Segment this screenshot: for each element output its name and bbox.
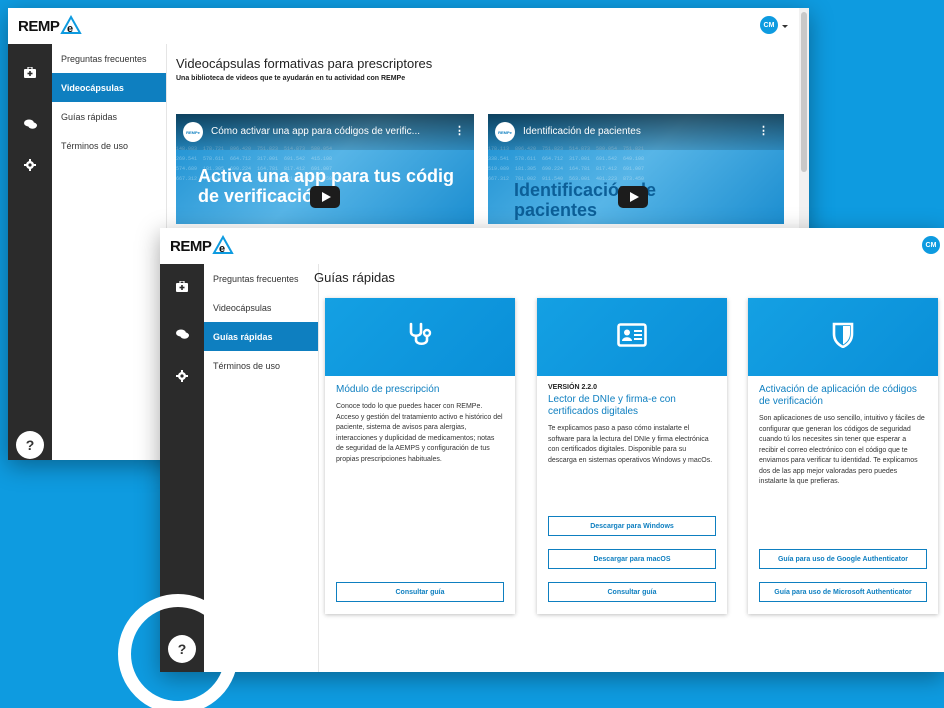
rempe-logo[interactable]: REMP e [170,235,235,255]
consultar-guia-button[interactable]: Consultar guía [548,582,716,602]
stethoscope-icon [406,321,434,354]
chat-icon[interactable] [22,116,38,132]
card-description: Te explicamos paso a paso cómo instalart… [548,425,713,464]
card-header [748,298,938,376]
svg-text:e: e [219,243,225,255]
card-header [325,298,515,376]
guide-card-prescripcion: Módulo de prescripción Conoce todo lo qu… [325,298,515,614]
version-label: VERSIÓN 2.2.0 [548,384,598,391]
channel-logo: REMPe [495,122,515,142]
chevron-down-icon[interactable] [782,25,788,28]
descargar-windows-button[interactable]: Descargar para Windows [548,516,716,536]
page-title: Guías rápidas [314,270,395,285]
google-authenticator-guide-button[interactable]: Guía para uso de Google Authenticator [759,549,927,569]
top-bar: REMP e CM [160,228,944,264]
gear-icon[interactable] [174,368,190,384]
video-title[interactable]: Identificación de pacientes [523,126,753,137]
top-bar: REMP e CM [8,8,809,44]
card-description: Conoce todo lo que puedes hacer con REMP… [336,403,503,463]
page-subtitle: Una biblioteca de videos que te ayudarán… [176,75,406,82]
help-button[interactable]: ? [16,431,44,459]
nav-item-preguntas-frecuentes[interactable]: Preguntas frecuentes [52,44,166,73]
section-nav: Preguntas frecuentes Videocápsulas Guías… [52,44,167,460]
consultar-guia-button[interactable]: Consultar guía [336,582,504,602]
nav-item-preguntas-frecuentes[interactable]: Preguntas frecuentes [204,264,318,293]
svg-text:e: e [67,23,73,35]
guide-card-dnie: VERSIÓN 2.2.0 Lector de DNIe y firma-e c… [537,298,727,614]
more-options-icon[interactable]: ⋮ [454,124,465,137]
video-card[interactable]: 178.113 896.420 751.823 514.873 580.054 … [488,114,784,224]
video-background-pattern: 178.113 896.420 751.823 514.873 580.054 … [488,146,645,182]
video-title[interactable]: Cómo activar una app para códigos de ver… [211,126,441,137]
help-highlight-ring [118,594,238,708]
help-label: ? [25,437,35,453]
card-title: Activación de aplicación de códigos de v… [759,384,917,407]
channel-logo: REMPe [183,122,203,142]
card-description: Son aplicaciones de uso sencillo, intuit… [759,415,925,485]
gear-icon[interactable] [22,157,38,173]
avatar-initials: CM [925,241,937,249]
nav-item-terminos-de-uso[interactable]: Términos de uso [204,351,318,380]
scrollbar-thumb[interactable] [801,12,807,172]
nav-item-terminos-de-uso[interactable]: Términos de uso [52,131,166,160]
user-avatar[interactable]: CM [922,236,940,254]
nav-item-guias-rapidas[interactable]: Guías rápidas [204,322,318,351]
icon-sidebar: ? [8,44,52,460]
logo-e-mark: e [212,235,235,255]
shield-icon [832,322,854,353]
guias-rapidas-window: REMP e CM ? Preguntas frecuentes Videocá… [160,228,944,672]
card-header [537,298,727,376]
logo-text: REMP [18,18,60,35]
guide-card-codigos-verificacion: Activación de aplicación de códigos de v… [748,298,938,614]
nav-item-guias-rapidas[interactable]: Guías rápidas [52,102,166,131]
descargar-macos-button[interactable]: Descargar para macOS [548,549,716,569]
medical-kit-icon[interactable] [22,64,38,80]
card-title: Lector de DNIe y firma-e con certificado… [548,394,676,417]
play-icon[interactable] [618,186,648,208]
more-options-icon[interactable]: ⋮ [758,124,769,137]
card-title: Módulo de prescripción [336,384,440,395]
play-icon[interactable] [310,186,340,208]
nav-item-videocapsulas[interactable]: Videocápsulas [204,293,318,322]
user-avatar[interactable]: CM [760,16,778,34]
logo-text: REMP [170,238,212,255]
avatar-initials: CM [763,21,775,29]
logo-e-mark: e [60,15,83,35]
page-title: Videocápsulas formativas para prescripto… [176,56,433,71]
microsoft-authenticator-guide-button[interactable]: Guía para uso de Microsoft Authenticator [759,582,927,602]
video-card[interactable]: 148.083 178.721 896.420 751.823 514.873 … [176,114,474,224]
nav-item-videocapsulas[interactable]: Videocápsulas [52,73,166,102]
medical-kit-icon[interactable] [174,278,190,294]
chat-icon[interactable] [174,326,190,342]
rempe-logo[interactable]: REMP e [18,15,83,35]
section-nav: Preguntas frecuentes Videocápsulas Guías… [204,264,319,672]
id-card-icon [617,322,647,352]
